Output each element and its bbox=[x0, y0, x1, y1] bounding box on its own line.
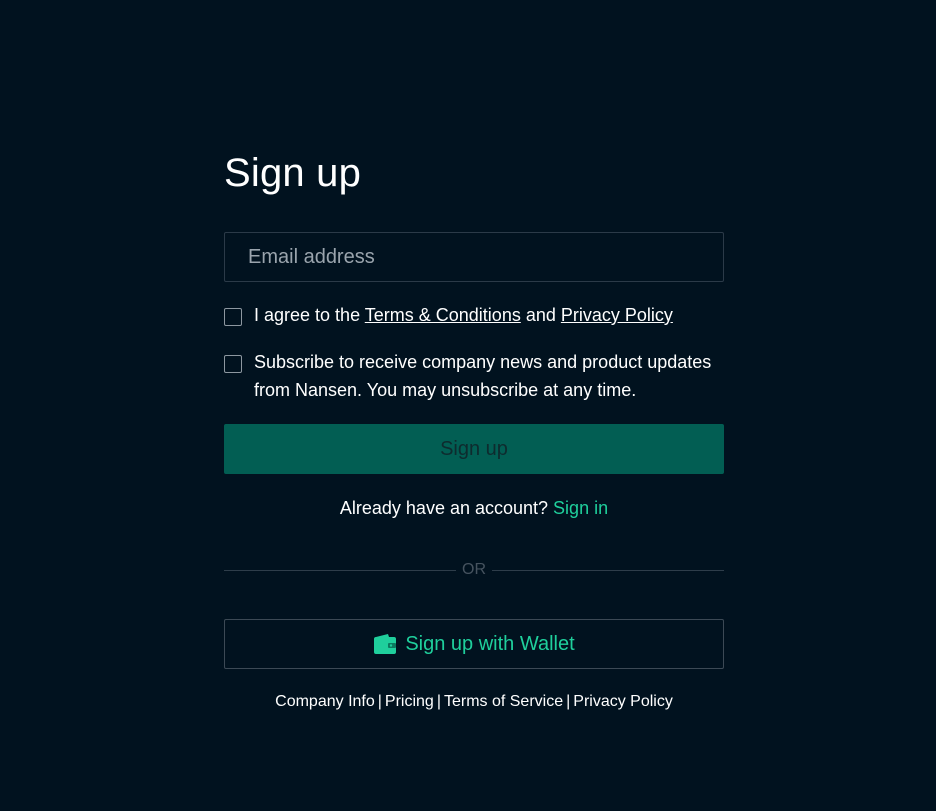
wallet-button-label: Sign up with Wallet bbox=[405, 632, 575, 655]
signin-link[interactable]: Sign in bbox=[553, 498, 608, 518]
footer-link-company-info[interactable]: Company Info bbox=[275, 693, 375, 710]
subscribe-checkbox[interactable] bbox=[224, 355, 242, 373]
privacy-policy-link[interactable]: Privacy Policy bbox=[561, 305, 673, 325]
signup-form: Sign up I agree to the Terms & Condition… bbox=[224, 150, 724, 710]
signup-button[interactable]: Sign up bbox=[224, 424, 724, 474]
signin-prompt-text: Already have an account? bbox=[339, 498, 554, 518]
footer-links: Company Info | Pricing | Terms of Service | Pr… bbox=[224, 691, 724, 713]
or-divider: OR bbox=[224, 558, 724, 582]
footer-link-privacy-policy[interactable]: Privacy Policy bbox=[573, 693, 673, 710]
page-title: Sign up bbox=[224, 151, 362, 195]
divider-line-left bbox=[224, 569, 456, 571]
terms-prefix: I agree to the bbox=[254, 305, 365, 325]
subscribe-row: Subscribe to receive company news and pr… bbox=[224, 352, 724, 404]
wallet-icon bbox=[373, 633, 397, 655]
signup-wallet-button[interactable]: Sign up with Wallet bbox=[224, 619, 724, 669]
email-field[interactable] bbox=[224, 232, 724, 282]
signin-prompt: Already have an account? Sign in bbox=[224, 494, 724, 522]
divider-text: OR bbox=[462, 561, 486, 578]
signup-page: Sign up I agree to the Terms & Condition… bbox=[0, 0, 936, 811]
footer-separator: | bbox=[436, 693, 441, 710]
footer-separator: | bbox=[377, 693, 382, 710]
terms-checkbox[interactable] bbox=[224, 308, 242, 326]
terms-row: I agree to the Terms & Conditions and Pr… bbox=[224, 305, 724, 329]
subscribe-label: Subscribe to receive company news and pr… bbox=[254, 352, 712, 400]
footer-link-terms-of-service[interactable]: Terms of Service bbox=[444, 693, 563, 710]
footer-link-pricing[interactable]: Pricing bbox=[385, 693, 434, 710]
terms-conditions-link[interactable]: Terms & Conditions bbox=[365, 305, 521, 325]
footer-separator: | bbox=[566, 693, 571, 710]
divider-line-right bbox=[492, 569, 724, 571]
terms-middle: and bbox=[520, 305, 561, 325]
terms-label: I agree to the Terms & Conditions and Pr… bbox=[254, 301, 673, 329]
